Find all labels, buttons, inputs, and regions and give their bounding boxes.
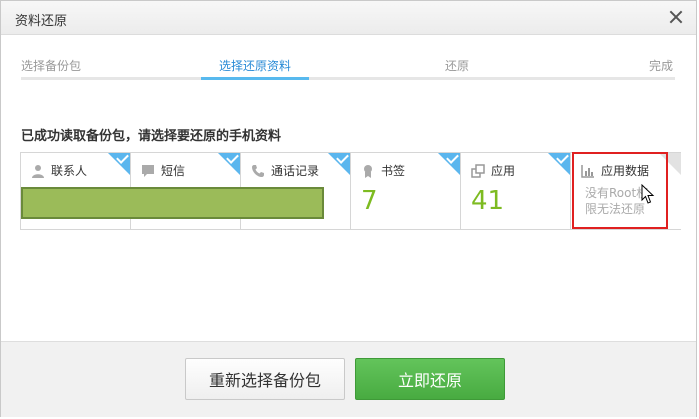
mouse-cursor-icon (641, 184, 655, 204)
reselect-backup-button[interactable]: 重新选择备份包 (185, 358, 345, 400)
bookmark-icon (364, 164, 372, 178)
card-label: 联系人 (51, 164, 88, 178)
bookmark-count: 7 (361, 186, 378, 216)
dialog-footer: 重新选择备份包 立即还原 (1, 341, 696, 417)
checked-corner (218, 151, 240, 175)
window-title: 资料还原 (15, 14, 68, 29)
person-icon (32, 164, 44, 178)
step-select-data: 选择还原资料 (219, 59, 292, 73)
step-select-backup: 选择备份包 (21, 59, 82, 73)
check-icon (116, 151, 129, 164)
checked-corner (108, 151, 130, 175)
apps-icon (471, 163, 485, 178)
step-restore: 还原 (445, 59, 470, 73)
app-count: 41 (471, 186, 505, 216)
check-icon (336, 151, 349, 164)
check-icon (226, 151, 239, 164)
checked-corner (438, 151, 460, 175)
close-icon[interactable] (666, 7, 686, 27)
card-label: 通话记录 (271, 164, 320, 178)
title-bar: 资料还原 (1, 1, 696, 35)
card-apps[interactable]: 应用 41 (461, 151, 571, 229)
step-line-active (201, 77, 309, 80)
checked-corner (548, 151, 570, 175)
restore-dialog: 资料还原 选择备份包 选择还原资料 还原 完成 已成功读取备份包，请选择要还原的… (0, 0, 697, 417)
check-icon (446, 151, 459, 164)
step-done: 完成 (649, 59, 674, 73)
message-icon (142, 164, 154, 177)
phone-icon (252, 164, 264, 177)
checked-corner (328, 151, 350, 175)
check-icon (556, 151, 569, 164)
step-line-rest (309, 77, 675, 80)
card-label: 应用 (491, 164, 516, 178)
step-line-1 (21, 77, 201, 80)
restore-now-button[interactable]: 立即还原 (355, 358, 505, 400)
card-label: 短信 (161, 164, 186, 178)
card-label: 书签 (381, 164, 406, 178)
card-bookmarks[interactable]: 书签 7 (351, 151, 461, 229)
instruction-text: 已成功读取备份包，请选择要还原的手机资料 (21, 129, 282, 144)
redaction-box (21, 187, 324, 219)
step-progress: 选择备份包 选择还原资料 还原 完成 (21, 57, 675, 83)
